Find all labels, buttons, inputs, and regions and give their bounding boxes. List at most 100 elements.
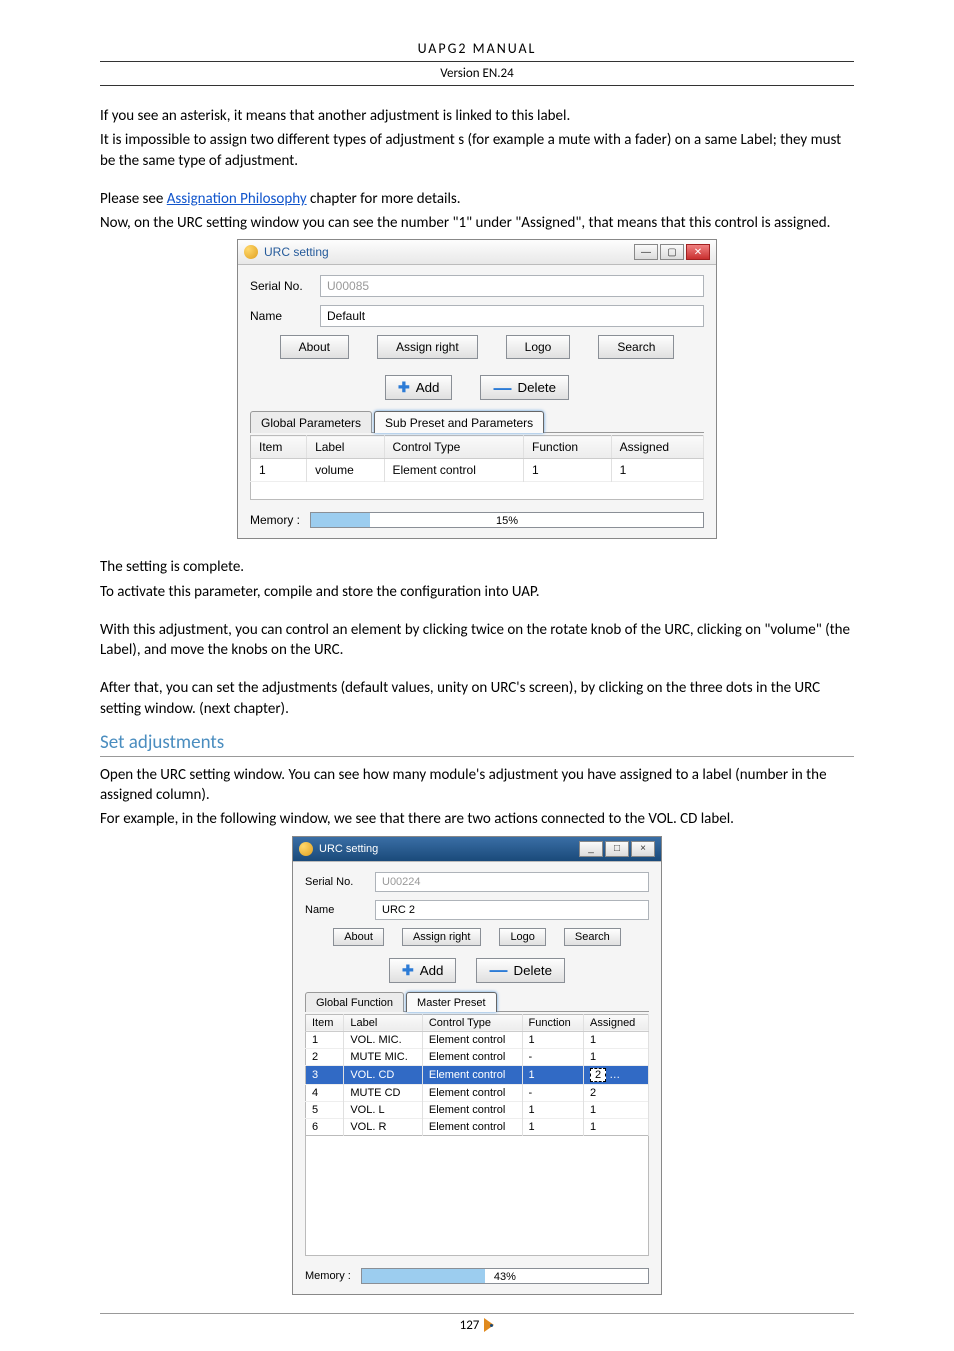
table-row[interactable]: 2MUTE MIC.Element control-1: [306, 1048, 649, 1065]
table-row[interactable]: 1 volume Element control 1 1: [251, 459, 704, 482]
assignation-philosophy-link[interactable]: Assignation Philosophy: [167, 190, 307, 208]
search-button[interactable]: Search: [598, 335, 674, 359]
serial-no-input[interactable]: U00224: [375, 872, 649, 892]
col-control-type[interactable]: Control Type: [422, 1014, 522, 1031]
plus-icon: ✚: [402, 962, 414, 979]
cell-item: 2: [306, 1048, 344, 1065]
table-row[interactable]: 1VOL. MIC.Element control11: [306, 1031, 649, 1048]
col-function[interactable]: Function: [524, 436, 612, 459]
text: Please see: [100, 190, 167, 208]
cell-assigned: 1: [611, 459, 703, 482]
add-label: Add: [420, 963, 444, 978]
doc-subheader: Version EN.24: [100, 62, 854, 86]
cell-label: VOL. R: [344, 1118, 423, 1135]
col-assigned[interactable]: Assigned: [611, 436, 703, 459]
parameters-table: Item Label Control Type Function Assigne…: [250, 435, 704, 500]
col-function[interactable]: Function: [522, 1014, 584, 1031]
table-row[interactable]: 5VOL. LElement control11: [306, 1101, 649, 1118]
assign-right-button[interactable]: Assign right: [377, 335, 478, 359]
cell-label: VOL. CD: [344, 1065, 423, 1084]
serial-no-input[interactable]: U00085: [320, 275, 704, 297]
tab-global-function[interactable]: Global Function: [305, 992, 404, 1012]
search-button[interactable]: Search: [564, 928, 621, 946]
cell-assigned: 1: [584, 1118, 649, 1135]
cell-ctype: Element control: [422, 1084, 522, 1101]
memory-bar: 15%: [310, 512, 704, 528]
app-icon: [299, 842, 313, 856]
section-heading-set-adjustments: Set adjustments: [100, 731, 854, 757]
paragraph: After that, you can set the adjustments …: [100, 678, 854, 719]
cell-func: 1: [522, 1031, 584, 1048]
cell-function: 1: [524, 459, 612, 482]
col-item[interactable]: Item: [306, 1014, 344, 1031]
close-button[interactable]: ✕: [686, 244, 710, 260]
col-assigned[interactable]: Assigned: [584, 1014, 649, 1031]
tab-global-parameters[interactable]: Global Parameters: [250, 411, 372, 433]
cell-item: 6: [306, 1118, 344, 1135]
cell-ctype: Element control: [422, 1101, 522, 1118]
cell-item: 1: [306, 1031, 344, 1048]
cell-label: MUTE CD: [344, 1084, 423, 1101]
close-button[interactable]: ×: [631, 841, 655, 857]
doc-header: UAPG2 MANUAL: [100, 40, 854, 62]
cell-func: -: [522, 1084, 584, 1101]
cell-ctype: Element control: [422, 1048, 522, 1065]
memory-percent: 43%: [494, 1269, 516, 1285]
name-label: Name: [250, 309, 320, 323]
tab-sub-preset-and-parameters[interactable]: Sub Preset and Parameters: [374, 411, 544, 433]
col-label[interactable]: Label: [344, 1014, 423, 1031]
col-control-type[interactable]: Control Type: [384, 436, 524, 459]
name-input[interactable]: Default: [320, 305, 704, 327]
name-label: Name: [305, 904, 375, 916]
delete-button[interactable]: —Delete: [480, 375, 569, 400]
cell-func: 1: [522, 1118, 584, 1135]
plus-icon: ✚: [398, 379, 410, 396]
table-row[interactable]: 4MUTE CDElement control-2: [306, 1084, 649, 1101]
about-button[interactable]: About: [333, 928, 384, 946]
urc-setting-window-1: URC setting — ▢ ✕ Serial No. U00085 Name…: [237, 239, 717, 539]
app-icon: [244, 245, 258, 259]
paragraph: The setting is complete.: [100, 557, 854, 577]
page-number: 127: [460, 1318, 480, 1333]
delete-button[interactable]: — Delete: [476, 958, 565, 983]
cell-ctype: Element control: [422, 1118, 522, 1135]
delete-label: Delete: [517, 380, 556, 395]
window-title: URC setting: [264, 245, 632, 259]
cell-ctype: Element control: [422, 1065, 522, 1084]
tabs: Global Function Master Preset: [305, 991, 649, 1012]
table-row[interactable]: 6VOL. RElement control11: [306, 1118, 649, 1135]
memory-label: Memory :: [305, 1270, 351, 1282]
col-label[interactable]: Label: [307, 436, 384, 459]
table-row[interactable]: 3VOL. CDElement control12 …: [306, 1065, 649, 1084]
cell-label: VOL. L: [344, 1101, 423, 1118]
tab-master-preset[interactable]: Master Preset: [406, 992, 496, 1012]
memory-bar: 43%: [361, 1268, 649, 1284]
add-button[interactable]: ✚Add: [385, 375, 452, 400]
minus-icon: —: [489, 965, 507, 975]
cell-item: 1: [251, 459, 307, 482]
paragraph: With this adjustment, you can control an…: [100, 620, 854, 661]
paragraph: Now, on the URC setting window you can s…: [100, 213, 854, 233]
cell-ctype: Element control: [422, 1031, 522, 1048]
minimize-button[interactable]: —: [634, 244, 658, 260]
tabs: Global Parameters Sub Preset and Paramet…: [250, 410, 704, 433]
minimize-button[interactable]: _: [579, 841, 603, 857]
about-button[interactable]: About: [280, 335, 349, 359]
window-title: URC setting: [319, 843, 577, 855]
name-input[interactable]: URC 2: [375, 900, 649, 920]
add-button[interactable]: ✚ Add: [389, 958, 456, 983]
maximize-button[interactable]: ▢: [660, 244, 684, 260]
paragraph: It is impossible to assign two different…: [100, 130, 854, 171]
logo-button[interactable]: Logo: [506, 335, 571, 359]
cell-assigned: 1: [584, 1101, 649, 1118]
delete-label: Delete: [513, 963, 552, 978]
title-bar: URC setting — ▢ ✕: [238, 240, 716, 265]
maximize-button[interactable]: □: [605, 841, 629, 857]
cell-func: 1: [522, 1065, 584, 1084]
cell-control-type: Element control: [384, 459, 524, 482]
logo-button[interactable]: Logo: [499, 928, 545, 946]
col-item[interactable]: Item: [251, 436, 307, 459]
cell-label: MUTE MIC.: [344, 1048, 423, 1065]
title-bar: URC setting _ □ ×: [293, 837, 661, 862]
assign-right-button[interactable]: Assign right: [402, 928, 481, 946]
